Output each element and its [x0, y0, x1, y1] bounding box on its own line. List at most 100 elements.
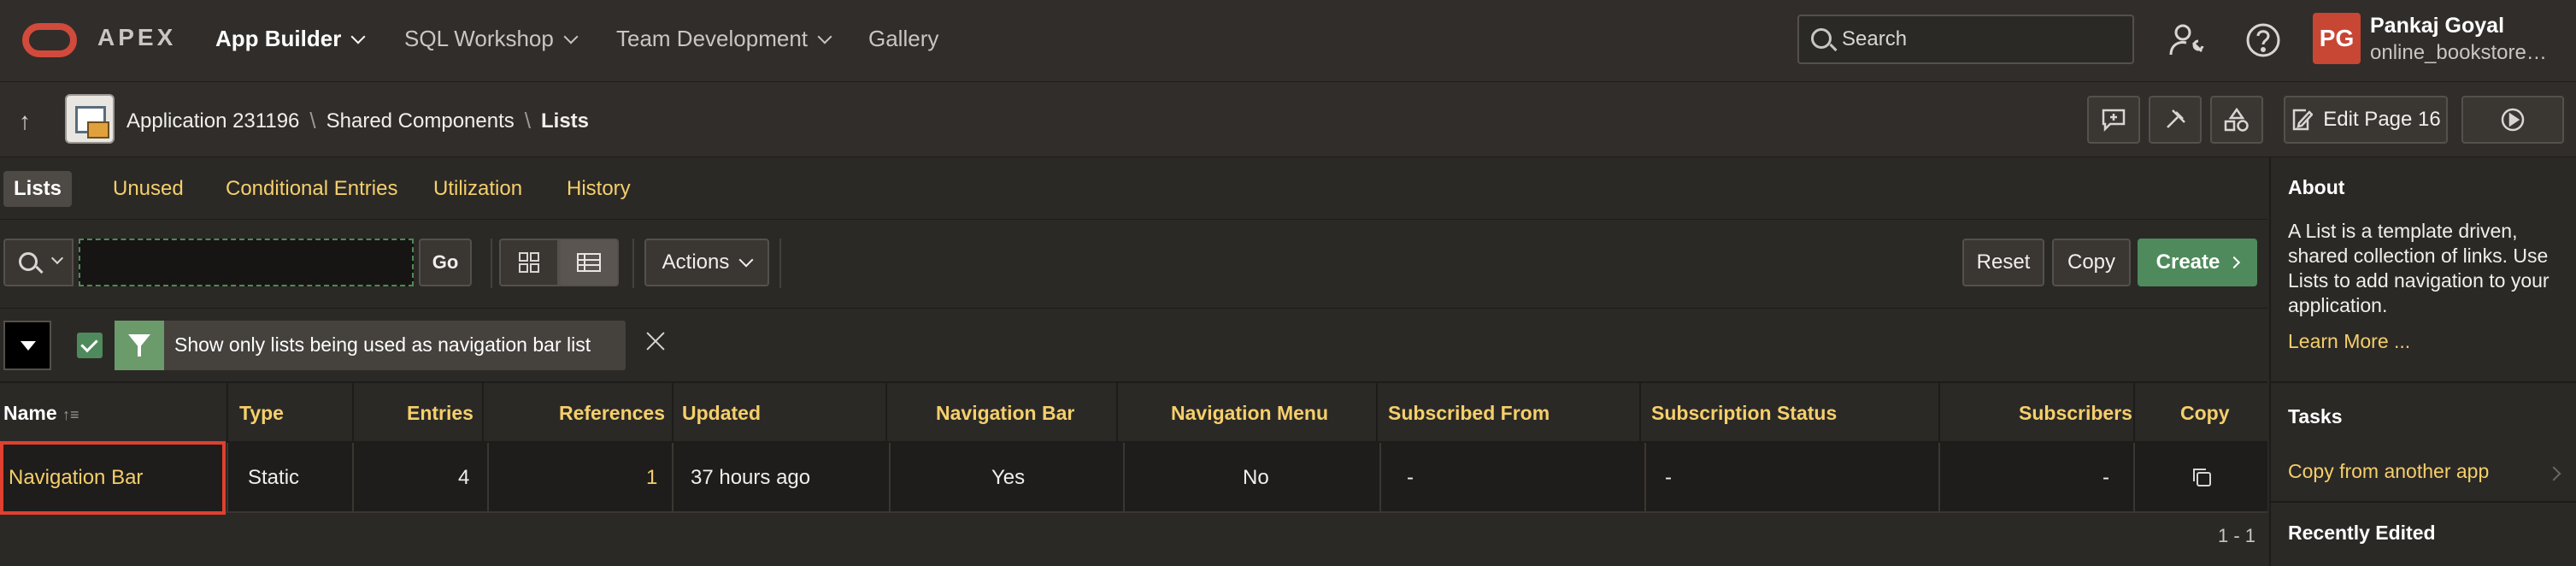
- learn-more-link[interactable]: Learn More ...: [2288, 330, 2410, 353]
- nav-sql-workshop[interactable]: SQL Workshop: [404, 26, 579, 52]
- cell-divider: [487, 443, 489, 513]
- arrow-up-icon[interactable]: ↑: [19, 108, 31, 135]
- copy-button[interactable]: Copy: [2052, 239, 2131, 286]
- breadcrumb: Application 231196 \ Shared Components \…: [126, 108, 589, 134]
- tab-utilization[interactable]: Utilization: [423, 171, 532, 207]
- cell-references-link[interactable]: 1: [646, 466, 657, 490]
- oracle-logo-icon[interactable]: [22, 23, 77, 57]
- cell-entries: 4: [458, 466, 470, 489]
- comment-button[interactable]: [2087, 96, 2140, 144]
- edit-page-icon: [2293, 109, 2314, 131]
- debug-button[interactable]: [2149, 96, 2202, 144]
- about-heading: About: [2288, 176, 2345, 198]
- copy-icon[interactable]: [2190, 465, 2214, 489]
- sort-ascending-icon: ↑≡: [62, 406, 79, 423]
- report-search-input[interactable]: [79, 239, 414, 286]
- column-header-navigation-menu[interactable]: Navigation Menu: [1171, 402, 1328, 425]
- column-header-references[interactable]: References: [559, 402, 665, 425]
- column-header-entries[interactable]: Entries: [407, 402, 473, 425]
- cell-divider: [1644, 443, 1646, 513]
- chevron-down-icon: [817, 29, 832, 44]
- brand-name[interactable]: APEX: [97, 24, 176, 51]
- column-divider: [1376, 383, 1378, 445]
- cell-divider: [1379, 443, 1381, 513]
- cell-navigation-bar: Yes: [991, 466, 1026, 489]
- column-header-name[interactable]: Name ↑≡: [3, 402, 79, 425]
- column-divider: [672, 383, 673, 445]
- edit-page-button[interactable]: Edit Page 16: [2284, 96, 2448, 144]
- global-search[interactable]: [1797, 15, 2134, 64]
- expand-filters-toggle[interactable]: [3, 321, 51, 370]
- column-header-subscribed-from[interactable]: Subscribed From: [1388, 402, 1550, 425]
- column-header-navigation-bar[interactable]: Navigation Bar: [936, 402, 1074, 425]
- tab-history[interactable]: History: [556, 171, 641, 207]
- report-view-button[interactable]: [559, 239, 619, 286]
- reset-button[interactable]: Reset: [1962, 239, 2044, 286]
- cell-updated: 37 hours ago: [691, 466, 811, 489]
- user-name[interactable]: Pankaj Goyal: [2370, 14, 2504, 38]
- about-text: A List is a template driven, shared coll…: [2288, 220, 2550, 316]
- filter-chip[interactable]: Show only lists being used as navigation…: [115, 321, 626, 370]
- shared-components-button[interactable]: [2210, 96, 2263, 144]
- column-header-copy[interactable]: Copy: [2180, 402, 2230, 425]
- icon-view-button[interactable]: [499, 239, 559, 286]
- tab-unused[interactable]: Unused: [103, 171, 194, 207]
- actions-menu-button[interactable]: Actions: [644, 239, 769, 286]
- region-tabs: Lists Unused Conditional Entries Utiliza…: [0, 157, 2267, 219]
- column-header-subscribers[interactable]: Subscribers: [2019, 402, 2132, 425]
- go-button[interactable]: Go: [419, 239, 472, 286]
- filter-row: Show only lists being used as navigation…: [0, 308, 2267, 381]
- cell-subscribers: -: [2103, 466, 2109, 489]
- column-header-type[interactable]: Type: [239, 402, 284, 425]
- search-column-selector[interactable]: [3, 239, 74, 286]
- column-divider: [226, 383, 228, 445]
- wrench-icon: [2167, 109, 2185, 128]
- grid-view-icon: [519, 252, 539, 273]
- nav-gallery-label: Gallery: [868, 26, 939, 51]
- breadcrumb-shared-components[interactable]: Shared Components: [326, 109, 515, 133]
- search-icon: [19, 252, 38, 271]
- admin-user-icon[interactable]: [2167, 21, 2207, 60]
- filter-text: Show only lists being used as navigation…: [174, 333, 591, 356]
- cell-divider: [889, 443, 891, 513]
- chevron-down-icon: [738, 252, 754, 268]
- pagination-info: 1 - 1: [2218, 525, 2256, 546]
- toolbar-divider: [632, 239, 634, 288]
- user-avatar[interactable]: PG: [2313, 13, 2361, 64]
- column-divider: [1639, 383, 1641, 445]
- nav-sql-workshop-label: SQL Workshop: [404, 26, 554, 51]
- column-header-updated[interactable]: Updated: [682, 402, 761, 425]
- comment-plus-icon: [2102, 109, 2126, 133]
- cell-divider: [2133, 443, 2135, 513]
- run-page-button[interactable]: [2461, 96, 2564, 144]
- create-button[interactable]: Create: [2138, 239, 2257, 286]
- global-search-input[interactable]: [1842, 16, 2124, 62]
- column-header-subscription-status[interactable]: Subscription Status: [1651, 402, 1837, 425]
- column-divider: [352, 383, 354, 445]
- highlight-box: [0, 441, 226, 515]
- column-header-name-label: Name: [3, 402, 57, 424]
- nav-gallery[interactable]: Gallery: [868, 26, 938, 52]
- breadcrumb-lists: Lists: [541, 109, 590, 133]
- task-copy-from-another-app[interactable]: Copy from another app: [2288, 460, 2489, 483]
- cell-divider: [226, 443, 228, 513]
- table-row: Navigation Bar Static 4 1 37 hours ago Y…: [0, 443, 2267, 513]
- side-panel: About A List is a template driven, share…: [2269, 157, 2576, 566]
- cell-divider: [672, 443, 673, 513]
- cell-subscription-status: -: [1665, 466, 1672, 489]
- application-icon[interactable]: [65, 94, 115, 144]
- toolbar-divider: [491, 239, 492, 288]
- nav-team-development[interactable]: Team Development: [616, 26, 832, 52]
- breadcrumb-application[interactable]: Application 231196: [126, 109, 299, 133]
- remove-filter-icon[interactable]: [644, 329, 668, 353]
- tab-conditional-entries[interactable]: Conditional Entries: [215, 171, 408, 207]
- filter-enabled-checkbox[interactable]: [77, 333, 103, 358]
- nav-app-builder[interactable]: App Builder: [215, 26, 366, 52]
- panel-divider: [2271, 381, 2576, 383]
- recently-edited-heading: Recently Edited: [2288, 522, 2436, 544]
- tab-lists[interactable]: Lists: [3, 171, 73, 207]
- chevron-right-icon: [2228, 256, 2241, 269]
- help-icon[interactable]: [2244, 21, 2283, 60]
- cell-type: Static: [248, 466, 300, 489]
- column-divider: [2133, 383, 2135, 445]
